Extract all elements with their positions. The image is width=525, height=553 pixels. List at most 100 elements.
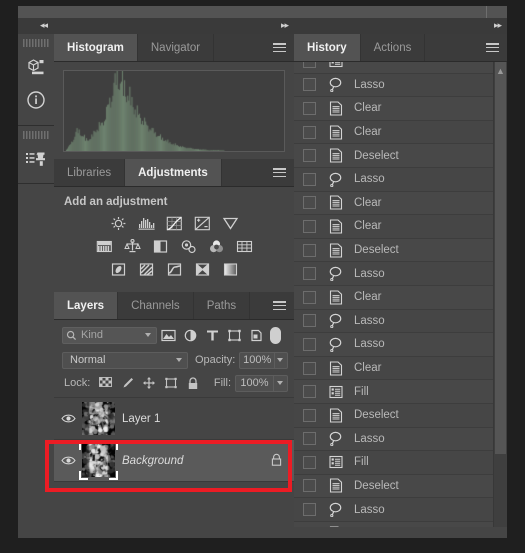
history-snapshot-checkbox[interactable]	[303, 409, 316, 422]
exposure-icon[interactable]	[192, 215, 213, 232]
history-snapshot-checkbox[interactable]	[303, 62, 316, 68]
history-list-item[interactable]: Clear	[294, 97, 494, 121]
tab-actions[interactable]: Actions	[361, 34, 426, 61]
collapse-right-icon[interactable]: ▸▸	[494, 21, 501, 30]
lock-transparent-pixels-icon[interactable]	[94, 374, 116, 392]
fill-stepper[interactable]	[274, 375, 288, 392]
blend-mode-dropdown[interactable]: Normal	[62, 352, 188, 369]
history-list-item[interactable]	[294, 62, 494, 74]
history-list-item[interactable]: Fill	[294, 451, 494, 475]
filter-shape-icon[interactable]	[223, 325, 245, 345]
filter-type-icon[interactable]	[201, 325, 223, 345]
history-snapshot-checkbox[interactable]	[303, 456, 316, 469]
tab-adjustments[interactable]: Adjustments	[125, 159, 222, 186]
color-balance-icon[interactable]	[122, 238, 143, 255]
history-snapshot-checkbox[interactable]	[303, 362, 316, 375]
tab-layers[interactable]: Layers	[54, 292, 118, 319]
history-snapshot-checkbox[interactable]	[303, 78, 316, 91]
lock-all-icon[interactable]	[182, 374, 204, 392]
layer-name[interactable]: Background	[122, 455, 271, 467]
collapse-left-icon[interactable]: ◂◂	[40, 21, 47, 30]
chevron-down-icon[interactable]	[145, 333, 151, 337]
tab-paths[interactable]: Paths	[194, 292, 250, 319]
collapse-center-icon[interactable]: ▸▸	[281, 21, 288, 30]
filter-enable-toggle[interactable]	[270, 327, 281, 344]
tab-histogram[interactable]: Histogram	[54, 34, 138, 61]
filter-kind-dropdown[interactable]: Kind	[62, 327, 157, 344]
tab-libraries[interactable]: Libraries	[54, 159, 125, 186]
clone-source-icon[interactable]	[18, 141, 54, 175]
layer-row[interactable]: Background	[54, 440, 294, 482]
scroll-up-icon[interactable]: ▲	[496, 66, 505, 76]
panel-menu-icon[interactable]	[273, 43, 286, 52]
history-list-item[interactable]: Lasso	[294, 74, 494, 98]
opacity-stepper[interactable]	[275, 352, 288, 369]
opacity-value[interactable]: 100%	[239, 352, 275, 369]
fill-value[interactable]: 100%	[235, 375, 274, 392]
history-list-item[interactable]: Clear	[294, 286, 494, 310]
history-snapshot-checkbox[interactable]	[303, 220, 316, 233]
history-snapshot-checkbox[interactable]	[303, 338, 316, 351]
history-snapshot-checkbox[interactable]	[303, 291, 316, 304]
history-snapshot-checkbox[interactable]	[303, 432, 316, 445]
tab-history[interactable]: History	[294, 34, 361, 61]
history-snapshot-checkbox[interactable]	[303, 126, 316, 139]
history-list-item[interactable]: Deselect	[294, 404, 494, 428]
rail-grip-2[interactable]	[23, 131, 49, 139]
lock-artboard-icon[interactable]	[160, 374, 182, 392]
center-collapse-row[interactable]: ▸▸	[54, 18, 294, 34]
tab-navigator[interactable]: Navigator	[138, 34, 214, 61]
photo-filter-icon[interactable]	[178, 238, 199, 255]
lock-position-icon[interactable]	[138, 374, 160, 392]
adjustments-menu-icon[interactable]	[273, 168, 286, 177]
history-snapshot-checkbox[interactable]	[303, 479, 316, 492]
threshold-icon[interactable]	[164, 261, 185, 278]
history-snapshot-checkbox[interactable]	[303, 173, 316, 186]
levels-icon[interactable]	[136, 215, 157, 232]
selective-color-icon[interactable]	[192, 261, 213, 278]
hue-saturation-icon[interactable]	[94, 238, 115, 255]
history-list-item[interactable]: Deselect	[294, 475, 494, 499]
posterize-icon[interactable]	[136, 261, 157, 278]
vibrance-icon[interactable]	[220, 215, 241, 232]
history-snapshot-checkbox[interactable]	[303, 196, 316, 209]
layers-menu-icon[interactable]	[273, 301, 286, 310]
curves-icon[interactable]	[164, 215, 185, 232]
layer-visibility-eye-icon[interactable]	[54, 413, 82, 424]
history-list-item[interactable]: Clear	[294, 357, 494, 381]
history-collapse-row[interactable]: ▸▸	[294, 18, 507, 34]
history-list-item[interactable]: Lasso	[294, 168, 494, 192]
history-snapshot-checkbox[interactable]	[303, 149, 316, 162]
history-list-item[interactable]: Lasso	[294, 333, 494, 357]
history-list-item[interactable]: Lasso	[294, 262, 494, 286]
layer-visibility-eye-icon[interactable]	[54, 455, 82, 466]
info-icon[interactable]	[18, 83, 54, 117]
layer-thumbnail[interactable]	[82, 402, 115, 435]
filter-pixel-icon[interactable]	[157, 325, 179, 345]
channel-mixer-icon[interactable]	[206, 238, 227, 255]
history-list-item[interactable]: Lasso	[294, 428, 494, 452]
blend-chevron-down-icon[interactable]	[176, 358, 182, 362]
filter-smart-object-icon[interactable]	[245, 325, 267, 345]
history-snapshot-checkbox[interactable]	[303, 503, 316, 516]
layer-row[interactable]: Layer 1	[54, 398, 294, 440]
history-list[interactable]: Lasso Clear Clear Deselect Lasso Clear Clear De…	[294, 62, 507, 527]
invert-icon[interactable]	[108, 261, 129, 278]
history-list-item[interactable]: Deselect	[294, 522, 494, 527]
layer-name[interactable]: Layer 1	[122, 413, 294, 425]
filter-adjustment-icon[interactable]	[179, 325, 201, 345]
history-snapshot-checkbox[interactable]	[303, 267, 316, 280]
history-snapshot-checkbox[interactable]	[303, 314, 316, 327]
lock-image-pixels-icon[interactable]	[116, 374, 138, 392]
history-snapshot-checkbox[interactable]	[303, 244, 316, 257]
black-white-icon[interactable]	[150, 238, 171, 255]
color-lookup-icon[interactable]	[234, 238, 255, 255]
3d-panel-icon[interactable]	[18, 49, 54, 83]
history-scrollbar-thumb[interactable]	[495, 62, 506, 454]
rail-collapse-row[interactable]: ◂◂	[18, 18, 54, 34]
history-scrollbar[interactable]: ▲	[493, 62, 507, 527]
rail-grip-1[interactable]	[23, 39, 49, 47]
history-list-item[interactable]: Deselect	[294, 144, 494, 168]
history-list-item[interactable]: Lasso	[294, 498, 494, 522]
tab-channels[interactable]: Channels	[118, 292, 194, 319]
